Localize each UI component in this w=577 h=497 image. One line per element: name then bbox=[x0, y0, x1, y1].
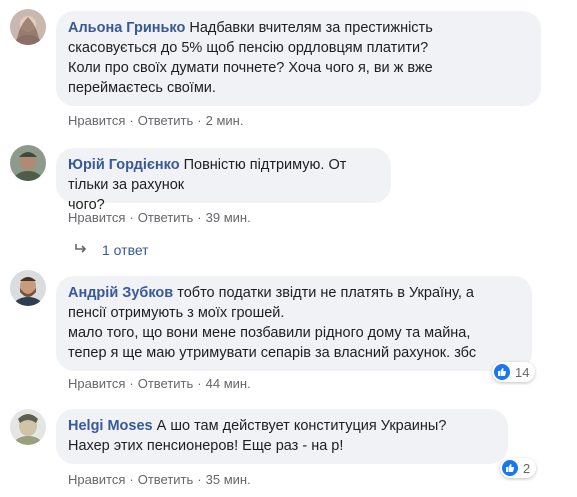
like-link[interactable]: Нравится bbox=[68, 210, 125, 225]
like-link[interactable]: Нравится bbox=[68, 472, 125, 487]
comment-bubble: Helgi Moses А шо там действует конституц… bbox=[56, 409, 508, 464]
comment-actions: Нравится · Ответить · 44 мин. bbox=[68, 376, 251, 391]
reaction-badge[interactable]: 14 bbox=[492, 362, 536, 382]
like-reaction-icon bbox=[502, 460, 518, 476]
timestamp[interactable]: 39 мин. bbox=[206, 210, 251, 225]
comment-author[interactable]: Юрій Гордієнко bbox=[68, 157, 180, 173]
timestamp[interactable]: 35 мин. bbox=[206, 472, 251, 487]
timestamp[interactable]: 44 мин. bbox=[206, 376, 251, 391]
like-link[interactable]: Нравится bbox=[68, 113, 125, 128]
reply-link[interactable]: Ответить bbox=[138, 210, 194, 225]
replies-count[interactable]: 1 ответ bbox=[102, 242, 149, 258]
comment-author[interactable]: Андрій Зубков bbox=[68, 285, 173, 301]
reply-arrow-icon bbox=[74, 242, 88, 258]
avatar[interactable] bbox=[10, 409, 46, 445]
reply-link[interactable]: Ответить bbox=[138, 113, 194, 128]
reply-link[interactable]: Ответить bbox=[138, 376, 194, 391]
comment-bubble: Альона Гринько Надбавки вчителям за прес… bbox=[56, 11, 541, 106]
comment-bubble: Юрій Гордієнко Повністю підтримую. От ті… bbox=[56, 148, 391, 213]
comment-actions: Нравится · Ответить · 2 мин. bbox=[68, 113, 244, 128]
like-link[interactable]: Нравится bbox=[68, 376, 125, 391]
comment-author[interactable]: Helgi Moses bbox=[68, 418, 153, 434]
comment-author[interactable]: Альона Гринько bbox=[68, 20, 185, 36]
view-replies-link[interactable]: 1 ответ bbox=[74, 242, 149, 258]
comment-actions: Нравится · Ответить · 39 мин. bbox=[68, 210, 251, 225]
reaction-count: 14 bbox=[515, 364, 530, 380]
reply-link[interactable]: Ответить bbox=[138, 472, 194, 487]
reaction-badge[interactable]: 2 bbox=[500, 458, 537, 478]
comment-bubble: Андрій Зубков тобто податки звідти не пл… bbox=[56, 276, 532, 371]
reaction-count: 2 bbox=[523, 460, 531, 476]
avatar[interactable] bbox=[10, 9, 46, 45]
avatar[interactable] bbox=[10, 145, 46, 181]
avatar[interactable] bbox=[10, 270, 46, 306]
comment-actions: Нравится · Ответить · 35 мин. bbox=[68, 472, 251, 487]
timestamp[interactable]: 2 мин. bbox=[206, 113, 244, 128]
like-reaction-icon bbox=[494, 364, 510, 380]
